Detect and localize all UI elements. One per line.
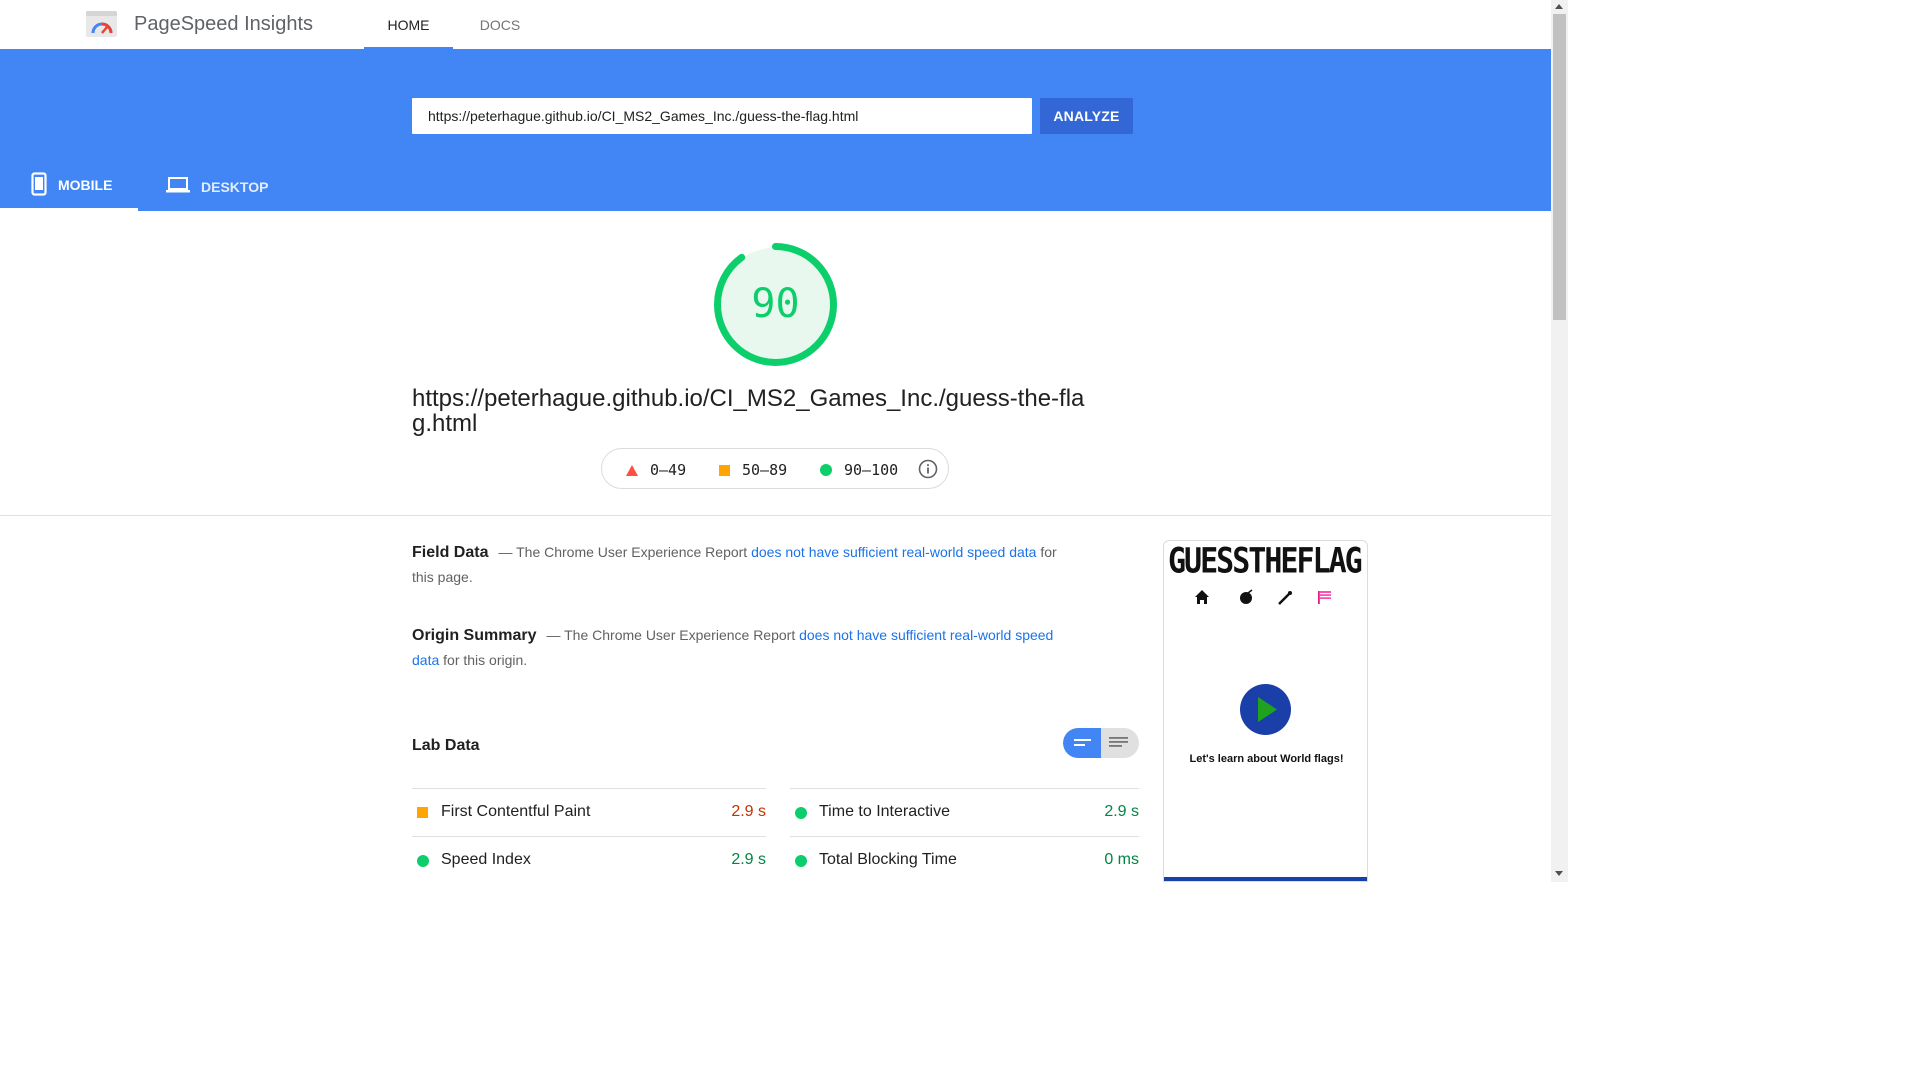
triangle-icon [626, 464, 638, 476]
tab-home[interactable]: HOME [364, 0, 453, 49]
url-input[interactable] [412, 98, 1032, 134]
tab-mobile[interactable]: MOBILE [0, 162, 138, 211]
tab-desktop-label: DESKTOP [201, 178, 269, 195]
flag-icon [1318, 591, 1320, 604]
metric-label: Speed Index [441, 851, 531, 868]
field-data-text: — The Chrome User Experience Report [498, 544, 752, 560]
field-data-section: Field Data — The Chrome User Experience R… [412, 540, 1072, 590]
metric-speed-index[interactable]: Speed Index 2.9 s [412, 836, 766, 884]
tab-mobile-label: MOBILE [58, 177, 113, 193]
metric-value: 0 ms [1104, 851, 1139, 868]
page-scrollbar[interactable] [1551, 0, 1568, 882]
metric-view-toggle[interactable] [1063, 728, 1139, 758]
scroll-up-arrow-icon[interactable] [1555, 4, 1563, 9]
field-data-title: Field Data [412, 544, 489, 561]
home-icon [1195, 590, 1209, 604]
analyzed-page-url: https://peterhague.github.io/CI_MS2_Game… [412, 385, 1085, 437]
expanded-view-icon[interactable] [1109, 736, 1128, 750]
square-icon [719, 464, 730, 476]
page-screenshot-thumbnail: GUESSTHEFLAG Let's learn about World fla… [1163, 540, 1368, 882]
scroll-down-arrow-icon[interactable] [1555, 871, 1563, 876]
metric-label: Time to Interactive [819, 803, 951, 820]
legend-fail: 0–49 [626, 461, 686, 479]
thumbnail-title: GUESSTHEFLAG [1168, 541, 1363, 582]
app-title[interactable]: PageSpeed Insights [134, 13, 313, 36]
circle-icon [820, 464, 832, 476]
info-icon[interactable] [918, 459, 938, 483]
tab-docs[interactable]: DOCS [455, 0, 545, 49]
square-icon [417, 807, 428, 818]
legend-pass-range: 90–100 [844, 461, 899, 479]
thumbnail-caption: Let's learn about World flags! [1189, 753, 1344, 765]
thumbnail-nav-icons [1195, 589, 1331, 605]
origin-summary-text-end: for this origin. [439, 652, 528, 668]
score-legend: 0–49 50–89 90–100 [601, 448, 949, 489]
metric-value: 2.9 s [731, 851, 766, 868]
circle-icon [795, 855, 807, 867]
metric-label: Total Blocking Time [819, 851, 957, 868]
analyze-button[interactable]: ANALYZE [1040, 98, 1133, 134]
performance-score: 90 [751, 281, 800, 327]
legend-average: 50–89 [719, 461, 787, 479]
laptop-icon [166, 176, 190, 197]
origin-summary-text: — The Chrome User Experience Report [546, 627, 800, 643]
section-divider [0, 515, 1551, 516]
metric-value: 2.9 s [731, 803, 766, 820]
field-data-link[interactable]: does not have sufficient real-world spee… [751, 544, 1036, 560]
metric-total-blocking-time[interactable]: Total Blocking Time 0 ms [790, 836, 1139, 884]
compact-view-icon [1074, 739, 1091, 746]
lab-data-title: Lab Data [412, 737, 480, 754]
scrollbar-thumb[interactable] [1553, 14, 1566, 320]
origin-summary-section: Origin Summary — The Chrome User Experien… [412, 623, 1072, 673]
play-button-icon [1240, 684, 1291, 735]
legend-pass: 90–100 [820, 461, 898, 479]
origin-summary-title: Origin Summary [412, 627, 537, 644]
metric-value: 2.9 s [1104, 803, 1139, 820]
metric-time-to-interactive[interactable]: Time to Interactive 2.9 s [790, 788, 1139, 836]
metric-first-contentful-paint[interactable]: First Contentful Paint 2.9 s [412, 788, 766, 836]
pagespeed-logo-icon[interactable] [86, 11, 117, 37]
search-band: ANALYZE MOBILE DESKTOP [0, 49, 1551, 211]
phone-icon [31, 171, 47, 199]
circle-icon [795, 807, 807, 819]
tab-desktop[interactable]: DESKTOP [138, 162, 268, 211]
thumbnail-footer [1164, 877, 1367, 881]
circle-icon [417, 855, 429, 867]
legend-average-range: 50–89 [742, 461, 788, 479]
metric-label: First Contentful Paint [441, 803, 591, 820]
legend-fail-range: 0–49 [650, 461, 687, 479]
top-header: PageSpeed Insights HOME DOCS [0, 0, 1551, 49]
bomb-icon [1240, 592, 1252, 604]
